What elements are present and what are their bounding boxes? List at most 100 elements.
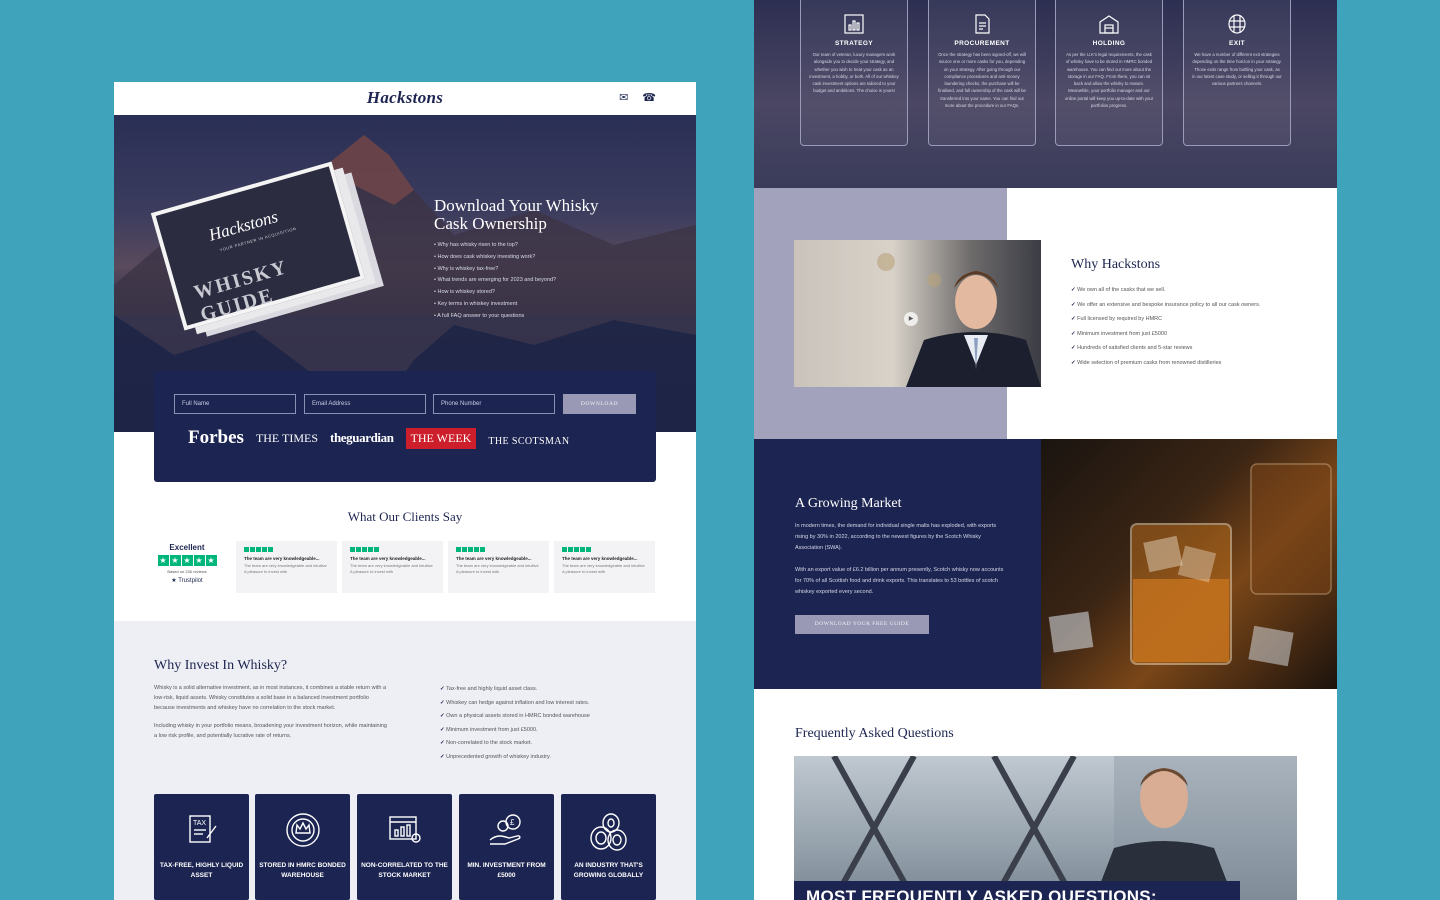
scotsman-logo: THE SCOTSMAN	[488, 435, 570, 447]
review-body: The team are very knowledgeable and intu…	[456, 563, 539, 574]
check-item: Hundreds of satisfied clients and 5-star…	[1071, 341, 1260, 356]
check-item: Wide selection of premium casks from ren…	[1071, 356, 1260, 371]
review-body: The team are very knowledgeable and intu…	[350, 563, 433, 574]
feature-tile[interactable]: NON-CORRELATED TO THE STOCK MARKET	[357, 794, 452, 900]
hero-bullet: How is whiskey stored?	[434, 287, 556, 299]
review-stars	[456, 547, 541, 552]
check-item: Non-correlated to the stock market.	[440, 737, 590, 751]
tile-label: NON-CORRELATED TO THE STOCK MARKET	[361, 862, 448, 879]
step-card-holding[interactable]: HOLDING As per the U.K's legal requireme…	[1055, 0, 1163, 146]
rating-label: Excellent	[169, 543, 205, 552]
email-input[interactable]: Email Address	[304, 394, 426, 414]
process-steps-section: STRATEGY Our team of veteran, luxury man…	[754, 0, 1337, 188]
phone-icon[interactable]: ☎	[642, 91, 656, 104]
check-item: Whiskey can hedge against inflation and …	[440, 697, 590, 711]
download-form-card: Full Name Email Address Phone Number DOW…	[154, 371, 656, 482]
step-card-strategy[interactable]: STRATEGY Our team of veteran, luxury man…	[800, 0, 908, 146]
phone-input[interactable]: Phone Number	[433, 394, 555, 414]
intro-video[interactable]: ▶	[794, 240, 1041, 387]
why-invest-section: Why Invest In Whisky? Whisky is a solid …	[114, 621, 696, 900]
step-body: As per the U.K's legal requirements, the…	[1064, 52, 1154, 109]
check-item: Full licensed by required by HMRC	[1071, 312, 1260, 327]
hero-bullet-list: Why has whisky risen to the top? How doe…	[434, 240, 556, 323]
review-stars	[562, 547, 647, 552]
growing-market-section: A Growing Market In modern times, the de…	[754, 439, 1041, 689]
guardian-logo: theguardian	[330, 430, 394, 445]
why-paragraph-2: Including whisky in your portfolio means…	[154, 723, 387, 740]
tile-label: MIN. INVESTMENT FROM £5000	[467, 862, 546, 879]
press-logos: Forbes THE TIMES theguardian THE WEEK TH…	[188, 427, 570, 449]
site-logo[interactable]: Hackstons	[114, 88, 696, 108]
check-item: Tax-free and highly liquid asset class.	[440, 683, 590, 697]
left-page-mockup: Hackstons ✉ ☎ Hackstons YOUR PARTNER IN …	[114, 82, 696, 900]
step-title: EXIT	[1228, 40, 1246, 47]
feature-tile[interactable]: STORED IN HMRC BONDED WAREHOUSE	[255, 794, 350, 900]
check-item: Minimum investment from just £5000	[1071, 327, 1260, 342]
review-card[interactable]: The team are very knowledgeable... The t…	[554, 541, 655, 593]
hero-bullet: What trends are emerging for 2023 and be…	[434, 275, 556, 287]
the-week-logo: THE WEEK	[405, 427, 477, 449]
hero-bullet: How does cask whiskey investing work?	[434, 252, 556, 264]
whisky-glass-image	[1041, 439, 1337, 689]
step-body: We have a number of different exit strat…	[1192, 52, 1282, 87]
envelope-icon[interactable]: ✉	[619, 91, 628, 104]
crown-seal-icon	[255, 812, 350, 853]
barrels-icon	[561, 812, 656, 857]
review-card[interactable]: The team are very knowledgeable... The t…	[236, 541, 337, 593]
faq-video-image	[831, 756, 1297, 900]
why-invest-text: Whisky is a solid alternative investment…	[154, 684, 389, 742]
top-nav: Hackstons ✉ ☎	[114, 82, 696, 115]
review-count: Based on 236 reviews	[167, 569, 207, 574]
market-title: A Growing Market	[795, 496, 902, 511]
barrel-icon	[1192, 13, 1282, 35]
check-item: We offer an extensive and bespoke insura…	[1071, 298, 1260, 313]
trustpilot-logo: ★ Trustpilot	[171, 578, 203, 584]
download-guide-button[interactable]: DOWNLOAD YOUR FREE GUIDE	[795, 615, 929, 634]
step-card-procurement[interactable]: PROCUREMENT Once the strategy has been s…	[928, 0, 1036, 146]
chart-report-icon	[357, 812, 452, 851]
review-stars	[244, 547, 329, 552]
review-title: The team are very knowledgeable...	[350, 556, 426, 561]
check-item: Minimum investment from just £5000.	[440, 724, 590, 738]
feature-tile[interactable]: AN INDUSTRY THAT'S GROWING GLOBALLY	[561, 794, 656, 900]
market-paragraph-1: In modern times, the demand for individu…	[795, 523, 997, 551]
hand-coins-icon: £	[459, 812, 554, 853]
step-title: HOLDING	[1092, 40, 1126, 47]
why-invest-title: Why Invest In Whisky?	[154, 658, 288, 673]
market-paragraph-2: With an export value of £6.2 billion per…	[795, 567, 1004, 595]
review-card[interactable]: The team are very knowledgeable... The t…	[448, 541, 549, 593]
hero-bullet: Why is whiskey tax-free?	[434, 264, 556, 276]
faq-video-banner: MOST FREQUENTLY ASKED QUESTIONS:	[794, 881, 1240, 900]
faq-title: Frequently Asked Questions	[795, 726, 954, 741]
the-times-logo: THE TIMES	[255, 430, 319, 445]
feature-tile[interactable]: TAX TAX-FREE, HIGHLY LIQUID ASSET	[154, 794, 249, 900]
tile-label: TAX-FREE, HIGHLY LIQUID ASSET	[159, 862, 244, 879]
svg-text:TAX: TAX	[193, 820, 206, 827]
play-icon[interactable]: ▶	[904, 312, 918, 326]
review-card[interactable]: The team are very knowledgeable... The t…	[342, 541, 443, 593]
right-page-mockup: STRATEGY Our team of veteran, luxury man…	[754, 0, 1337, 900]
why-paragraph-1: Whisky is a solid alternative investment…	[154, 685, 387, 711]
check-item: Unprecedented growth of whiskey industry…	[440, 751, 590, 765]
review-body: The team are very knowledgeable and intu…	[562, 563, 645, 574]
full-name-input[interactable]: Full Name	[174, 394, 296, 414]
step-title: PROCUREMENT	[954, 40, 1010, 47]
review-title: The team are very knowledgeable...	[244, 556, 320, 561]
trustpilot-summary[interactable]: Excellent ★ ★ ★ ★ ★ Based on 236 reviews ★ T…	[154, 543, 220, 584]
review-stars	[350, 547, 435, 552]
step-card-exit[interactable]: EXIT We have a number of different exit …	[1183, 0, 1291, 146]
document-icon	[937, 13, 1027, 35]
warehouse-icon	[1064, 13, 1154, 35]
faq-video[interactable]: MOST FREQUENTLY ASKED QUESTIONS:	[794, 756, 1297, 900]
download-button[interactable]: DOWNLOAD	[563, 394, 636, 414]
review-body: The team are very knowledgeable and intu…	[244, 563, 327, 574]
star-rating: ★ ★ ★ ★ ★	[157, 555, 217, 566]
review-title: The team are very knowledgeable...	[562, 556, 638, 561]
video-presenter-image	[877, 253, 1041, 387]
feature-tile[interactable]: £ MIN. INVESTMENT FROM £5000	[459, 794, 554, 900]
why-invest-list: Tax-free and highly liquid asset class. …	[440, 683, 590, 765]
forbes-logo: Forbes	[188, 427, 244, 448]
step-body: Once the strategy has been signed-off, w…	[938, 52, 1026, 109]
tile-label: AN INDUSTRY THAT'S GROWING GLOBALLY	[573, 862, 644, 879]
why-hackstons-list: We own all of the casks that we sell. We…	[1071, 283, 1260, 371]
